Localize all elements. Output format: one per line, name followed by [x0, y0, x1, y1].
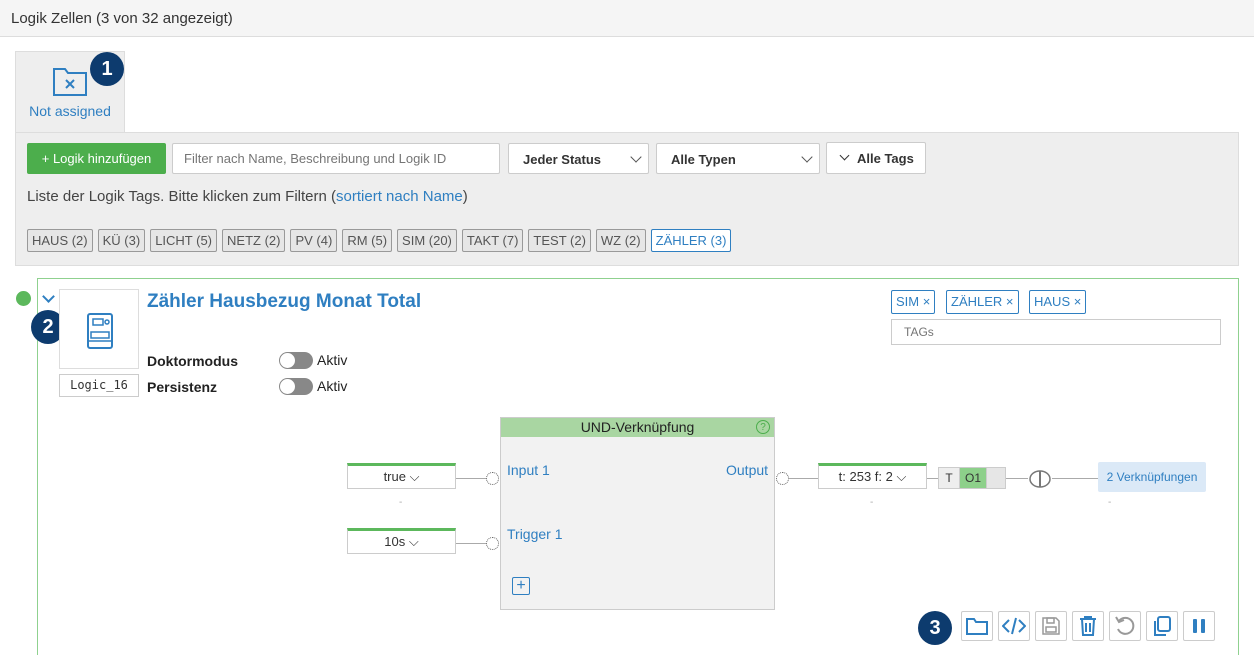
trigger-flag[interactable]: T: [938, 467, 960, 489]
trigger-1-wire: [456, 543, 486, 544]
copy-button[interactable]: [1146, 611, 1178, 641]
link-wire-2: [1052, 478, 1098, 479]
status-indicator: [16, 291, 31, 306]
block-title: UND-Verknüpfung: [501, 418, 774, 437]
connector-icon[interactable]: [1028, 469, 1052, 489]
logic-tag-zaehler[interactable]: ZÄHLER ×: [946, 290, 1019, 314]
output-subvalue: -: [870, 497, 874, 508]
tag-filter-list: HAUS (2) KÜ (3) LICHT (5) NETZ (2) PV (4…: [27, 229, 732, 252]
folder-label: Not assigned: [29, 103, 111, 119]
search-input[interactable]: [172, 143, 500, 174]
taglist-hint-text: Liste der Logik Tags. Bitte klicken zum …: [27, 188, 337, 205]
input-1-subvalue: -: [399, 497, 403, 508]
copy-icon: [1154, 616, 1171, 636]
logic-title[interactable]: Zähler Hausbezug Monat Total: [147, 291, 421, 313]
tag-filter-haus[interactable]: HAUS (2): [27, 229, 93, 252]
input-1-wire: [456, 478, 486, 479]
links-subvalue: -: [1108, 497, 1112, 508]
code-icon: [1002, 617, 1026, 635]
save-icon: [1042, 617, 1060, 635]
doktormodus-toggle[interactable]: [279, 352, 313, 369]
output-port[interactable]: [776, 472, 789, 485]
input-1-label: Input 1: [507, 462, 550, 478]
tags-input[interactable]: [891, 319, 1221, 345]
logic-tag-haus[interactable]: HAUS ×: [1029, 290, 1087, 314]
trigger-1-value[interactable]: 10s ⌵: [347, 528, 456, 554]
output-wire: [789, 478, 818, 479]
pause-button[interactable]: [1183, 611, 1215, 641]
undo-icon: [1115, 616, 1135, 635]
tags-dropdown-button[interactable]: Alle Tags: [826, 142, 926, 174]
output-flag-extra: [986, 467, 1006, 489]
persistenz-state: Aktiv: [317, 378, 348, 394]
output-flag[interactable]: O1: [959, 467, 987, 489]
output-label: Output: [726, 462, 769, 478]
callout-badge-1: 1: [90, 52, 124, 86]
move-folder-button[interactable]: [961, 611, 993, 641]
sort-by-name-link[interactable]: sortiert nach Name: [336, 188, 463, 205]
trigger-1-port[interactable]: [486, 537, 499, 550]
type-select[interactable]: Alle Typen: [656, 143, 820, 174]
logic-tag-sim[interactable]: SIM ×: [891, 290, 936, 314]
add-input-button[interactable]: +: [512, 577, 530, 595]
panel-title: Logik Zellen (3 von 32 angezeigt): [11, 10, 233, 27]
callout-badge-3: 3: [918, 611, 952, 645]
add-logic-button[interactable]: + Logik hinzufügen: [27, 143, 166, 174]
output-wire-2: [927, 478, 938, 479]
undo-button[interactable]: [1109, 611, 1141, 641]
logic-block: UND-Verknüpfung: [500, 417, 775, 610]
folder-x-icon: [53, 68, 87, 96]
folder-icon: [966, 618, 988, 635]
meter-icon: [87, 313, 113, 349]
panel-header: Logik Zellen (3 von 32 angezeigt): [0, 0, 1254, 37]
chevron-down-icon: [801, 151, 813, 163]
input-1-value[interactable]: true ⌵: [347, 463, 456, 489]
persistenz-toggle[interactable]: [279, 378, 313, 395]
tag-filter-test[interactable]: TEST (2): [528, 229, 591, 252]
tag-filter-rm[interactable]: RM (5): [342, 229, 393, 252]
code-button[interactable]: [998, 611, 1030, 641]
tag-filter-sim[interactable]: SIM (20): [397, 229, 457, 252]
pause-icon: [1193, 619, 1205, 633]
tag-filter-takt[interactable]: TAKT (7): [461, 229, 524, 252]
taglist-hint-suffix: ): [462, 188, 468, 205]
trigger-1-label: Trigger 1: [507, 526, 563, 542]
tag-filter-kue[interactable]: KÜ (3): [97, 229, 146, 252]
status-select-value: Jeder Status: [523, 152, 602, 167]
logic-icon-box[interactable]: [59, 289, 139, 369]
links-button[interactable]: 2 Verknüpfungen: [1098, 462, 1206, 492]
tag-filter-pv[interactable]: PV (4): [290, 229, 338, 252]
status-select[interactable]: Jeder Status: [508, 143, 649, 174]
link-wire-1: [1006, 478, 1028, 479]
input-1-port[interactable]: [486, 472, 499, 485]
delete-button[interactable]: [1072, 611, 1104, 641]
doktormodus-label: Doktormodus: [147, 353, 238, 369]
type-select-value: Alle Typen: [671, 152, 736, 167]
chevron-down-icon: [839, 150, 850, 161]
trash-icon: [1080, 616, 1096, 636]
output-value[interactable]: t: 253 f: 2 ⌵: [818, 463, 927, 489]
logic-id: Logic_16: [59, 374, 139, 397]
taglist-hint: Liste der Logik Tags. Bitte klicken zum …: [27, 188, 468, 205]
tag-filter-netz[interactable]: NETZ (2): [222, 229, 286, 252]
tag-filter-wz[interactable]: WZ (2): [595, 229, 646, 252]
save-button[interactable]: [1035, 611, 1067, 641]
chevron-down-icon: [630, 151, 642, 163]
doktormodus-state: Aktiv: [317, 352, 348, 368]
help-icon[interactable]: ?: [756, 420, 770, 434]
persistenz-label: Persistenz: [147, 379, 218, 395]
tag-filter-zaehler[interactable]: ZÄHLER (3): [650, 229, 732, 252]
tag-filter-licht[interactable]: LICHT (5): [150, 229, 218, 252]
tags-dropdown-label: Alle Tags: [857, 151, 914, 166]
